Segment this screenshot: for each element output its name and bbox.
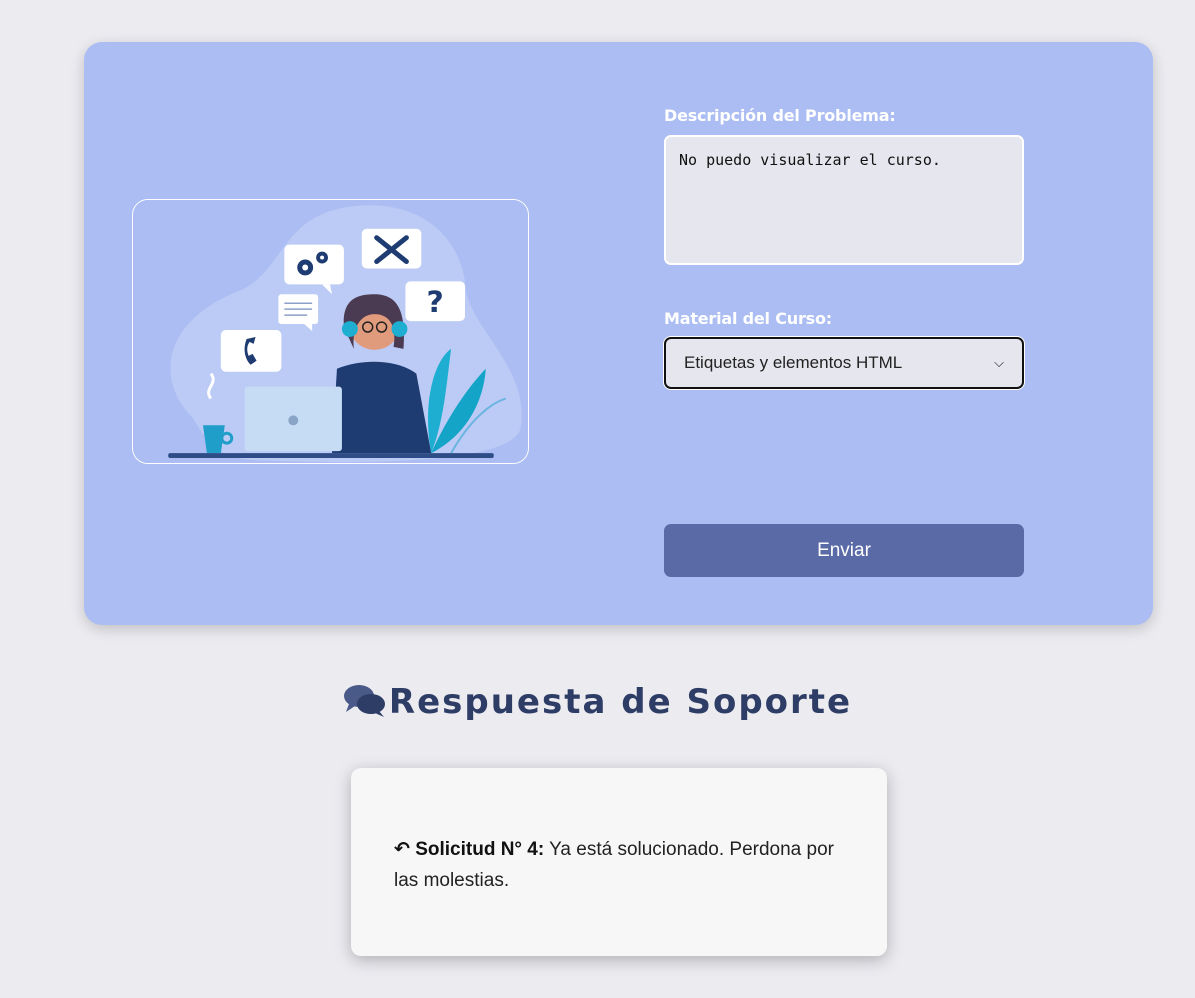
- support-agent-illustration: ?: [132, 199, 529, 464]
- response-title-text: Respuesta de Soporte: [388, 682, 853, 722]
- response-card: ↶ Solicitud N° 4: Ya está solucionado. P…: [351, 768, 887, 956]
- question-mark: ?: [427, 285, 444, 320]
- problem-description-textarea[interactable]: No puedo visualizar el curso.: [664, 135, 1024, 265]
- response-title: Respuesta de Soporte: [0, 682, 1195, 726]
- course-material-select[interactable]: Etiquetas y elementos HTML ⌵: [664, 337, 1024, 389]
- tools-bubble: [361, 228, 422, 269]
- reply-icon: ↶: [394, 839, 410, 860]
- send-button[interactable]: Enviar: [664, 524, 1024, 577]
- support-form-card: ? Descripción del Problema: No puedo vis…: [84, 42, 1153, 625]
- course-material-selected: Etiquetas y elementos HTML: [684, 353, 903, 372]
- question-bubble: ?: [405, 281, 465, 322]
- laptop: [244, 386, 342, 452]
- problem-description-label: Descripción del Problema:: [664, 106, 896, 125]
- request-number: Solicitud N° 4:: [415, 839, 545, 860]
- comments-icon: [343, 683, 387, 726]
- course-material-label: Material del Curso:: [664, 309, 832, 328]
- chevron-down-icon: ⌵: [994, 355, 1004, 370]
- phone-bubble: [220, 330, 282, 372]
